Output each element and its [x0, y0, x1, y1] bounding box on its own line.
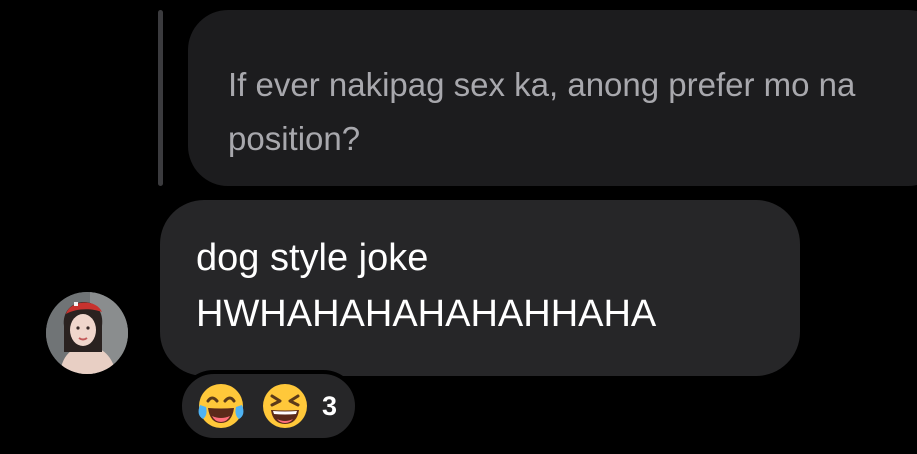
grinning-squinting-face-icon	[263, 384, 307, 428]
reaction-count: 3	[322, 390, 338, 421]
message-line-2: HWHAHAHAHAHAHHAHA	[196, 293, 657, 335]
reactions-pill[interactable]: 3	[178, 370, 360, 442]
quoted-message-text: If ever nakipag sex ka, anong prefer mo …	[228, 66, 856, 157]
face-with-tears-of-joy-icon	[198, 384, 244, 428]
message-line-1: dog style joke	[196, 237, 429, 279]
quoted-message-bubble[interactable]: If ever nakipag sex ka, anong prefer mo …	[188, 10, 917, 186]
reply-indicator-bar	[158, 10, 163, 186]
sender-avatar[interactable]	[46, 292, 128, 374]
message-bubble[interactable]: dog style joke HWHAHAHAHAHAHHAHA	[160, 200, 800, 376]
profile-photo-avatar-icon	[46, 292, 128, 374]
